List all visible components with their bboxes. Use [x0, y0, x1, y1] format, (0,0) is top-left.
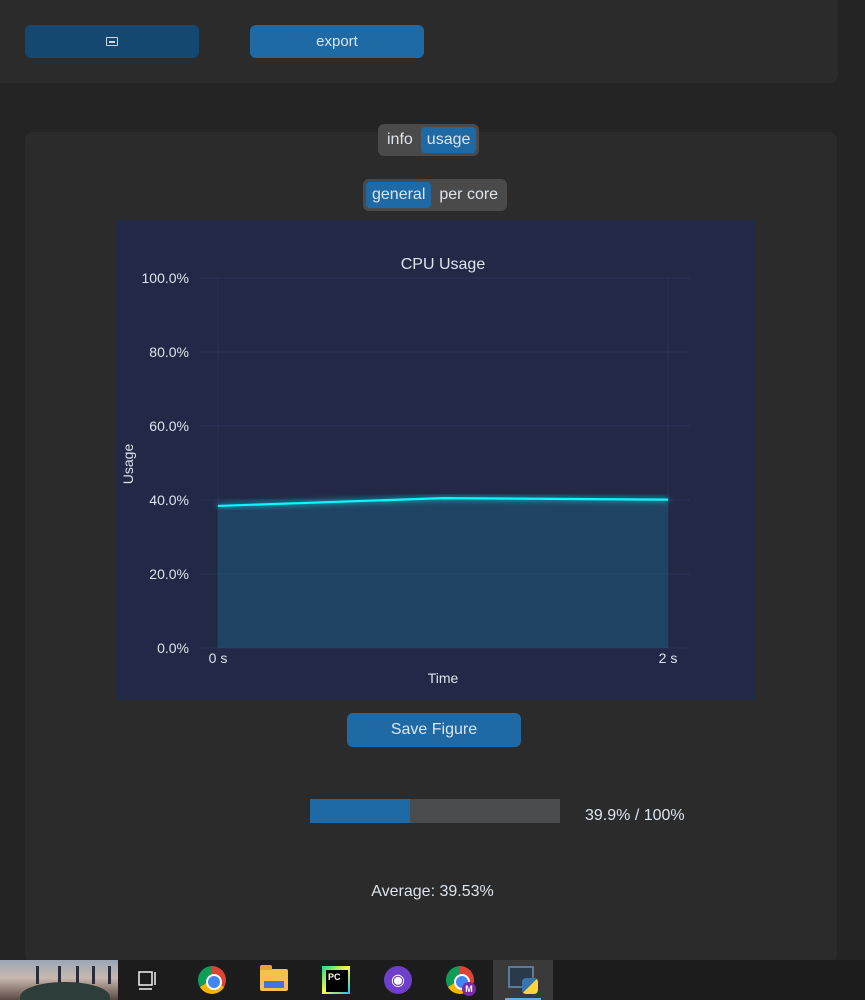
- tab-general[interactable]: general: [366, 182, 432, 208]
- y-tick-label: 60.0%: [149, 418, 189, 434]
- tab-usage[interactable]: usage: [420, 127, 477, 153]
- x-axis-label: Time: [428, 670, 459, 686]
- file-explorer-button[interactable]: [244, 960, 304, 1000]
- pycharm-button[interactable]: [306, 960, 366, 1000]
- usage-area-fill: [218, 498, 668, 648]
- export-button[interactable]: export: [250, 25, 424, 58]
- cpu-progress-fill: [310, 799, 410, 823]
- task-view-icon: [138, 971, 156, 990]
- y-tick-label: 80.0%: [149, 344, 189, 360]
- chrome-button[interactable]: [182, 960, 242, 1000]
- python-app-icon: [508, 966, 538, 994]
- top-toolbar: export: [0, 0, 838, 83]
- y-tick-label: 100.0%: [142, 270, 189, 286]
- tab-per-core[interactable]: per core: [433, 182, 504, 208]
- tab-info[interactable]: info: [381, 127, 419, 153]
- cpu-usage-chart: 0.0% 20.0% 40.0% 60.0% 80.0% 100.0% 0 s 2 s CPU …: [115, 220, 755, 700]
- desktop-thumbnail[interactable]: [0, 960, 118, 1000]
- chrome-icon: [198, 966, 226, 994]
- y-tick-label: 20.0%: [149, 566, 189, 582]
- archive-icon: [106, 37, 118, 46]
- y-axis-label: Usage: [120, 444, 136, 485]
- y-tick-label: 40.0%: [149, 492, 189, 508]
- archive-button[interactable]: [25, 25, 199, 58]
- profile-badge: M: [462, 982, 476, 996]
- github-desktop-icon: ◉: [384, 966, 412, 994]
- average-usage-text: Average: 39.53%: [371, 883, 494, 900]
- x-tick-label: 0 s: [209, 650, 228, 666]
- python-app-button[interactable]: [493, 960, 553, 1000]
- cpu-progress-text: 39.9% / 100%: [585, 807, 685, 824]
- x-tick-label: 2 s: [659, 650, 678, 666]
- main-tab-selector: info usage: [378, 124, 480, 156]
- task-view-button[interactable]: [118, 960, 178, 1000]
- sub-tab-selector: general per core: [363, 179, 508, 211]
- pycharm-icon: [322, 966, 350, 994]
- chrome-profile-button[interactable]: M: [430, 960, 490, 1000]
- taskbar: ◉ M: [0, 960, 865, 1000]
- cpu-progress-bar: [310, 799, 560, 823]
- save-figure-button[interactable]: Save Figure: [347, 713, 521, 747]
- y-tick-label: 0.0%: [157, 640, 189, 656]
- file-explorer-icon: [260, 965, 288, 991]
- chart-svg: 0.0% 20.0% 40.0% 60.0% 80.0% 100.0% 0 s 2 s CPU …: [120, 256, 690, 686]
- github-desktop-button[interactable]: ◉: [368, 960, 428, 1000]
- chart-title: CPU Usage: [401, 256, 486, 273]
